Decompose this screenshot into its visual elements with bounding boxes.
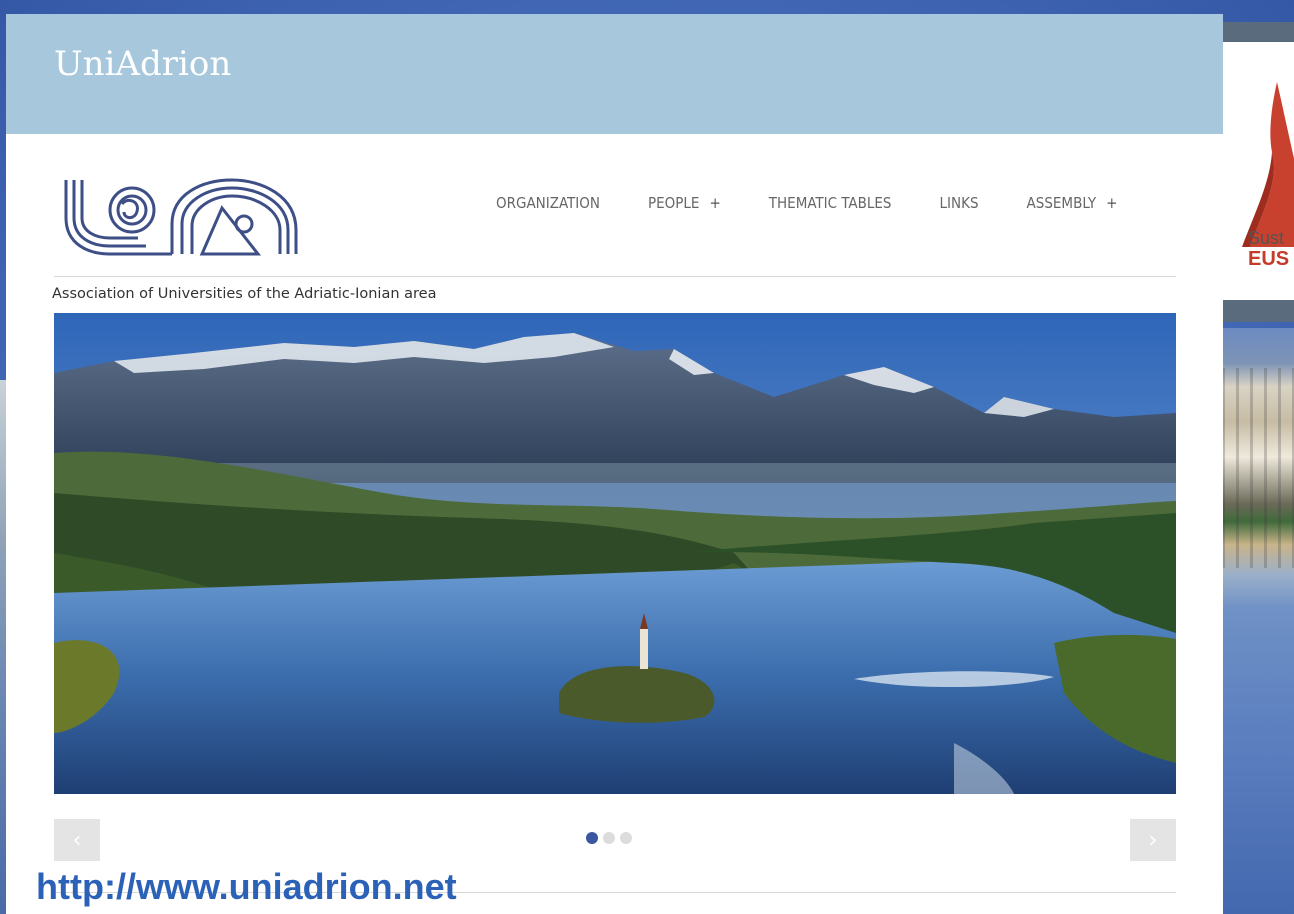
plus-icon[interactable]: + — [709, 194, 720, 212]
nav-label: PEOPLE — [648, 194, 700, 212]
nav-item-organization[interactable]: ORGANIZATION — [496, 194, 600, 212]
nav-label: ORGANIZATION — [496, 194, 600, 212]
nav-item-assembly[interactable]: ASSEMBLY + — [1027, 194, 1118, 212]
divider — [54, 276, 1176, 277]
lake-landscape-image — [54, 313, 1176, 794]
slider-dot[interactable] — [586, 832, 598, 844]
nav-item-links[interactable]: LINKS — [940, 194, 979, 212]
plus-icon[interactable]: + — [1106, 194, 1117, 212]
background-photo-right — [1222, 328, 1294, 914]
eusair-logo: Sust EUS — [1222, 42, 1294, 300]
chevron-right-icon: › — [1148, 827, 1158, 853]
hero-slider-image[interactable] — [54, 313, 1176, 794]
eusair-subtitle: Sust — [1248, 228, 1285, 248]
slider-next-button[interactable]: › — [1130, 819, 1176, 861]
uniadrion-logo-icon[interactable] — [62, 174, 302, 263]
main-nav: ORGANIZATION PEOPLE + THEMATIC TABLES LIN… — [496, 194, 1165, 212]
website-screenshot: UniAdrion ORGANIZATION PEOPLE + THEMATIC… — [6, 14, 1223, 914]
eusair-acronym: EUS — [1248, 248, 1290, 270]
url-caption: http://www.uniadrion.net — [36, 866, 457, 907]
chevron-left-icon: ‹ — [72, 827, 82, 853]
nav-label: ASSEMBLY — [1026, 194, 1097, 212]
nav-label: LINKS — [939, 194, 979, 212]
slider-dot[interactable] — [603, 832, 615, 844]
nav-label: THEMATIC TABLES — [768, 194, 892, 212]
site-tagline: Association of Universities of the Adria… — [52, 286, 437, 302]
slider-prev-button[interactable]: ‹ — [54, 819, 100, 861]
site-header: UniAdrion — [6, 14, 1223, 134]
nav-item-thematic-tables[interactable]: THEMATIC TABLES — [769, 194, 892, 212]
slider-pagination — [586, 832, 632, 844]
site-title[interactable]: UniAdrion — [54, 44, 231, 84]
slider-dot[interactable] — [620, 832, 632, 844]
nav-row: ORGANIZATION PEOPLE + THEMATIC TABLES LIN… — [6, 134, 1223, 276]
nav-item-people[interactable]: PEOPLE + — [648, 194, 721, 212]
